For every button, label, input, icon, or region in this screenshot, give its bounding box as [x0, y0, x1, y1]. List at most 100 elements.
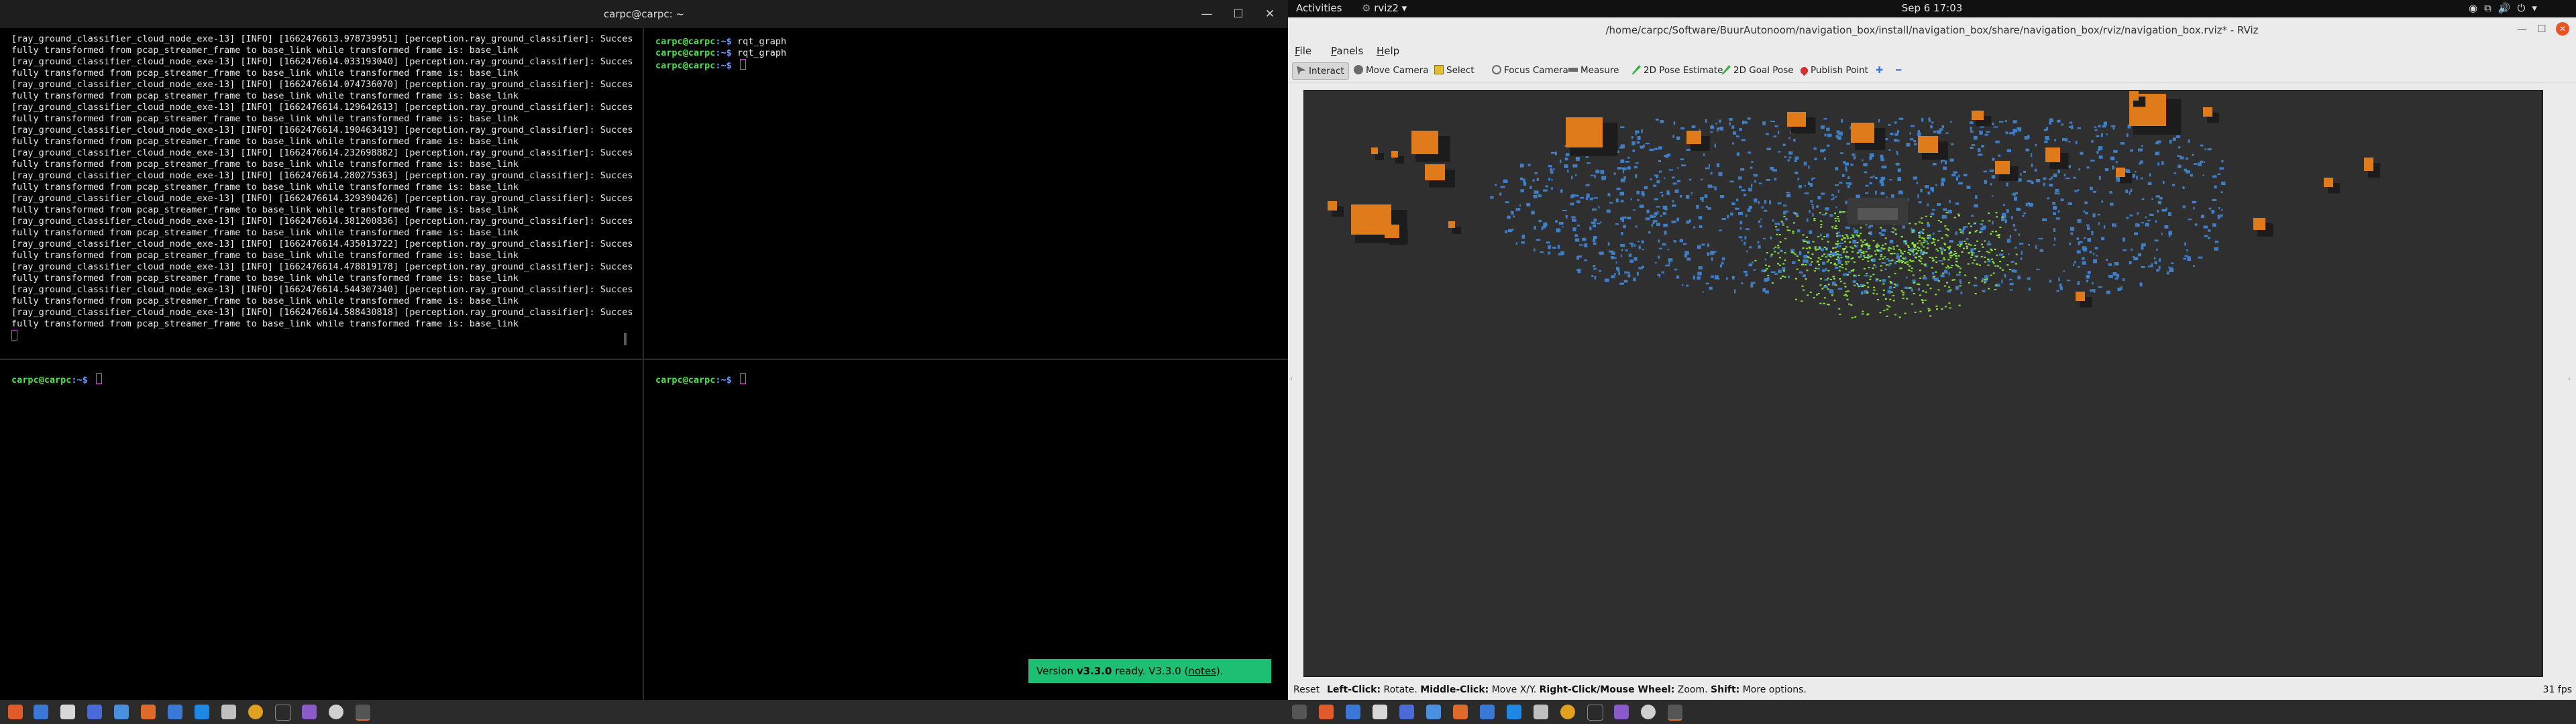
- tool-2d-pose-estimate[interactable]: 2D Pose Estimate: [1627, 62, 1727, 78]
- tool-select[interactable]: Select: [1430, 62, 1479, 78]
- point: [2097, 213, 2100, 216]
- chrome-icon[interactable]: [1560, 705, 1575, 719]
- app-icon[interactable]: [114, 705, 129, 719]
- ground-point: [1844, 294, 1847, 296]
- terminal-pane-top-left[interactable]: [ray_ground_classifier_cloud_node_exe-13…: [0, 28, 643, 359]
- menu-panels[interactable]: Panels: [1331, 45, 1363, 57]
- point: [2009, 132, 2014, 135]
- add-tool-button[interactable]: ✚: [1872, 62, 1887, 78]
- app-icon[interactable]: [1534, 705, 1548, 719]
- point: [1599, 269, 1602, 272]
- app-icon[interactable]: [60, 705, 75, 719]
- app-icon[interactable]: [1587, 705, 1603, 721]
- ground-point: [1883, 247, 1886, 249]
- point: [1507, 215, 1511, 219]
- pane-scrollbar[interactable]: [624, 333, 627, 345]
- tool-interact[interactable]: Interact: [1292, 62, 1349, 80]
- app-icon[interactable]: [302, 705, 317, 719]
- close-button[interactable]: ✕: [1261, 5, 1279, 23]
- maximize-button[interactable]: ☐: [1230, 5, 1247, 23]
- app-icon[interactable]: [141, 705, 156, 719]
- app-icon[interactable]: [221, 705, 236, 719]
- reset-button[interactable]: Reset: [1293, 684, 1320, 695]
- point: [1941, 215, 1947, 219]
- app-icon[interactable]: [1346, 705, 1360, 719]
- vscode-icon[interactable]: [195, 705, 209, 719]
- app-icon[interactable]: [1641, 705, 1656, 719]
- app-icon[interactable]: [1319, 705, 1334, 719]
- terminal-icon[interactable]: [1668, 705, 1682, 721]
- remove-tool-button[interactable]: ━: [1892, 62, 1905, 78]
- app-icon[interactable]: [1480, 705, 1495, 719]
- point: [1863, 163, 1868, 167]
- point: [1521, 235, 1525, 239]
- terminal-titlebar[interactable]: carpc@carpc: ~ — ☐ ✕: [0, 0, 1288, 28]
- point: [1918, 288, 1920, 291]
- app-icon[interactable]: [1292, 705, 1307, 719]
- terminal-pane-bottom-left[interactable]: carpc@carpc:~$: [0, 360, 643, 700]
- notes-link[interactable]: notes: [1188, 665, 1216, 677]
- point: [1974, 204, 1978, 208]
- app-icon[interactable]: [168, 705, 182, 719]
- app-icon[interactable]: [275, 705, 291, 721]
- menu-help[interactable]: Help: [1377, 45, 1399, 57]
- clock[interactable]: Sep 6 17:03: [1288, 2, 2576, 14]
- point: [1774, 223, 1778, 225]
- tool-2d-goal-pose[interactable]: 2D Goal Pose: [1717, 62, 1798, 78]
- tool-focus-camera[interactable]: Focus Camera: [1488, 62, 1572, 78]
- app-icon[interactable]: [1453, 705, 1468, 719]
- ground-point: [1937, 250, 1939, 252]
- terminal-pane-top-right[interactable]: carpc@carpc:~$ rqt_graph carpc@carpc:~$ …: [644, 28, 1288, 359]
- app-icon[interactable]: [8, 705, 23, 719]
- terminal-icon[interactable]: [356, 705, 370, 721]
- app-icon[interactable]: [329, 705, 343, 719]
- point: [2070, 227, 2075, 231]
- point: [2193, 265, 2195, 267]
- point: [1980, 126, 1984, 128]
- point: [2207, 237, 2210, 239]
- app-icon[interactable]: [1399, 705, 1414, 719]
- update-banner: Version v3.3.0 ready. V3.3.0 (notes). Do…: [1028, 659, 1271, 701]
- point: [1542, 226, 1546, 229]
- tool-measure[interactable]: Measure: [1564, 62, 1623, 78]
- app-icon[interactable]: [1426, 705, 1441, 719]
- tool-move-camera[interactable]: Move Camera: [1350, 62, 1432, 78]
- ground-point: [1856, 252, 1859, 254]
- app-icon[interactable]: [87, 705, 102, 719]
- point: [2185, 157, 2188, 160]
- point: [1642, 193, 1645, 196]
- app-icon[interactable]: [34, 705, 48, 719]
- chrome-icon[interactable]: [248, 705, 263, 719]
- point: [2207, 148, 2212, 151]
- right-panel-collapse-handle[interactable]: ›: [2568, 375, 2571, 383]
- ground-point: [1801, 300, 1803, 302]
- ground-point: [1992, 262, 1995, 264]
- point: [2001, 217, 2005, 221]
- rviz-3d-viewport[interactable]: [1303, 90, 2543, 677]
- obstacle-box: [1787, 112, 1806, 127]
- point: [1853, 227, 1855, 230]
- ground-point: [1968, 232, 1971, 234]
- vscode-icon[interactable]: [1507, 705, 1521, 719]
- maximize-button[interactable]: ☐: [2537, 23, 2546, 35]
- point: [1703, 153, 1705, 157]
- rviz-titlebar[interactable]: /home/carpc/Software/BuurAutonoom/naviga…: [1288, 17, 2576, 43]
- point: [1631, 141, 1635, 145]
- menu-file[interactable]: File: [1295, 45, 1311, 57]
- system-tray[interactable]: ◉⧉🔊⏻▾: [2469, 2, 2544, 14]
- point: [1975, 195, 1978, 199]
- minimize-button[interactable]: —: [2517, 23, 2527, 35]
- ground-point: [1870, 255, 1873, 257]
- terminal-pane-bottom-right[interactable]: carpc@carpc:~$: [644, 360, 1288, 700]
- ground-point: [1909, 259, 1912, 261]
- point: [1711, 251, 1714, 253]
- left-panel-collapse-handle[interactable]: ‹: [1290, 375, 1293, 383]
- point: [1511, 211, 1514, 215]
- tool-publish-point[interactable]: Publish Point: [1796, 62, 1872, 78]
- close-button[interactable]: ✕: [2556, 22, 2569, 36]
- app-icon[interactable]: [1373, 705, 1387, 719]
- point: [2043, 182, 2045, 186]
- point: [1970, 121, 1974, 125]
- minimize-button[interactable]: —: [1198, 5, 1216, 23]
- app-icon[interactable]: [1614, 705, 1629, 719]
